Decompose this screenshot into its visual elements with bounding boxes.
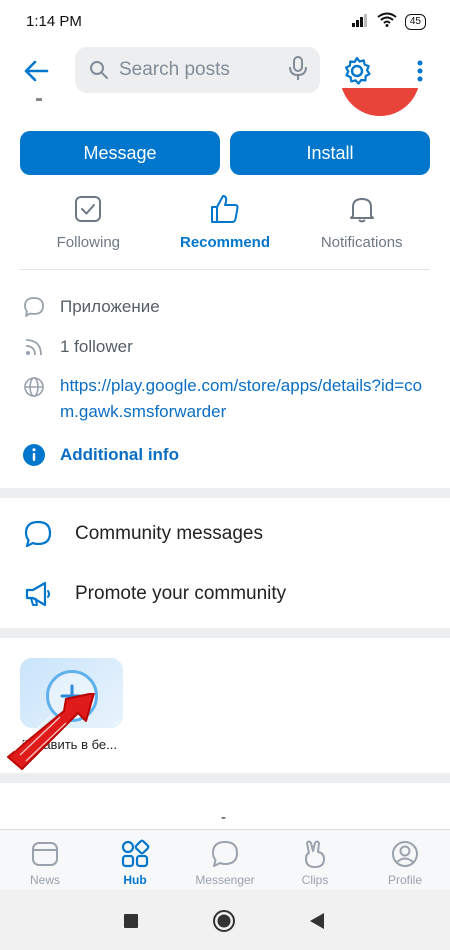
gear-icon xyxy=(344,56,371,85)
tab-profile[interactable]: Profile xyxy=(360,830,450,890)
status-time: 1:14 PM xyxy=(26,13,82,30)
chat-bubble-icon xyxy=(22,518,54,550)
section-divider xyxy=(0,773,450,783)
following-label: Following xyxy=(56,234,121,251)
promote-community-item[interactable]: Promote your community xyxy=(0,565,450,623)
section-divider xyxy=(0,628,450,638)
signal-icon xyxy=(351,13,369,32)
annotation-arrow-icon xyxy=(7,693,95,770)
profile-icon xyxy=(390,838,420,870)
message-button[interactable]: Message xyxy=(20,131,220,175)
tab-news-label: News xyxy=(29,873,60,887)
community-messages-label: Community messages xyxy=(75,523,263,544)
settings-button[interactable] xyxy=(338,52,376,90)
status-bar: 1:14 PM 45 xyxy=(0,0,450,42)
info-category: Приложение xyxy=(0,293,160,321)
status-icons: 45 xyxy=(351,12,426,32)
tab-hub-label: Hub xyxy=(123,873,147,887)
avatar xyxy=(340,88,420,116)
square-icon xyxy=(124,914,138,928)
comment-icon xyxy=(20,293,48,321)
tab-clips-label: Clips xyxy=(301,873,329,887)
category-text: Приложение xyxy=(60,297,160,316)
search-input[interactable]: Search posts xyxy=(75,47,320,93)
thumbs-up-icon xyxy=(209,190,241,228)
info-circle-icon xyxy=(20,441,48,469)
arrow-left-icon xyxy=(24,60,49,82)
promote-community-label: Promote your community xyxy=(75,583,287,604)
triangle-back-icon xyxy=(310,913,324,929)
tab-messenger-label: Messenger xyxy=(195,873,255,887)
search-icon xyxy=(90,61,108,79)
tab-clips[interactable]: Clips xyxy=(270,830,360,890)
news-icon xyxy=(30,838,60,870)
info-link: https://play.google.com/store/apps/detai… xyxy=(0,373,425,425)
checkbox-icon xyxy=(74,190,102,228)
tab-profile-label: Profile xyxy=(387,873,422,887)
back-button[interactable] xyxy=(18,54,54,88)
followers-text[interactable]: 1 follower xyxy=(60,333,133,361)
website-link[interactable]: https://play.google.com/store/apps/detai… xyxy=(60,373,425,425)
megaphone-icon xyxy=(22,578,54,610)
bottom-tab-bar: News Hub Messenger Clips Profile xyxy=(0,829,450,890)
additional-info-link[interactable]: Additional info xyxy=(60,441,179,469)
search-placeholder: Search posts xyxy=(119,59,230,80)
recommend-label: Recommend xyxy=(179,234,271,251)
section-divider xyxy=(0,488,450,498)
primary-actions: Message Install xyxy=(20,131,430,175)
messenger-icon xyxy=(210,838,240,870)
footer-dash: - xyxy=(221,809,226,826)
bell-icon xyxy=(348,190,376,228)
following-action[interactable]: Following xyxy=(20,190,157,269)
tab-news[interactable]: News xyxy=(0,830,90,890)
tab-messenger[interactable]: Messenger xyxy=(180,830,270,890)
globe-icon xyxy=(20,373,48,401)
notifications-action[interactable]: Notifications xyxy=(293,190,430,269)
tab-hub[interactable]: Hub xyxy=(90,830,180,890)
scrolled-text-fragment xyxy=(36,98,42,101)
community-messages-item[interactable]: Community messages xyxy=(0,505,450,563)
install-button[interactable]: Install xyxy=(230,131,430,175)
microphone-icon[interactable] xyxy=(288,55,308,86)
system-back-button[interactable] xyxy=(306,910,328,932)
system-navigation-bar xyxy=(0,890,450,950)
wifi-icon xyxy=(377,12,397,32)
clips-icon xyxy=(300,838,330,870)
notifications-label: Notifications xyxy=(320,234,403,251)
info-additional[interactable]: Additional info xyxy=(0,441,179,469)
home-button[interactable] xyxy=(213,910,235,932)
more-button[interactable] xyxy=(406,52,434,90)
recent-apps-button[interactable] xyxy=(120,910,142,932)
recommend-action[interactable]: Recommend xyxy=(157,190,294,269)
community-actions: Following Recommend Notifications xyxy=(20,190,430,270)
info-followers: 1 follower xyxy=(0,333,133,361)
battery-indicator: 45 xyxy=(404,14,426,30)
home-circle-icon xyxy=(213,910,235,932)
rss-icon xyxy=(20,333,48,361)
hub-icon xyxy=(120,838,150,870)
more-vertical-icon xyxy=(417,60,423,82)
